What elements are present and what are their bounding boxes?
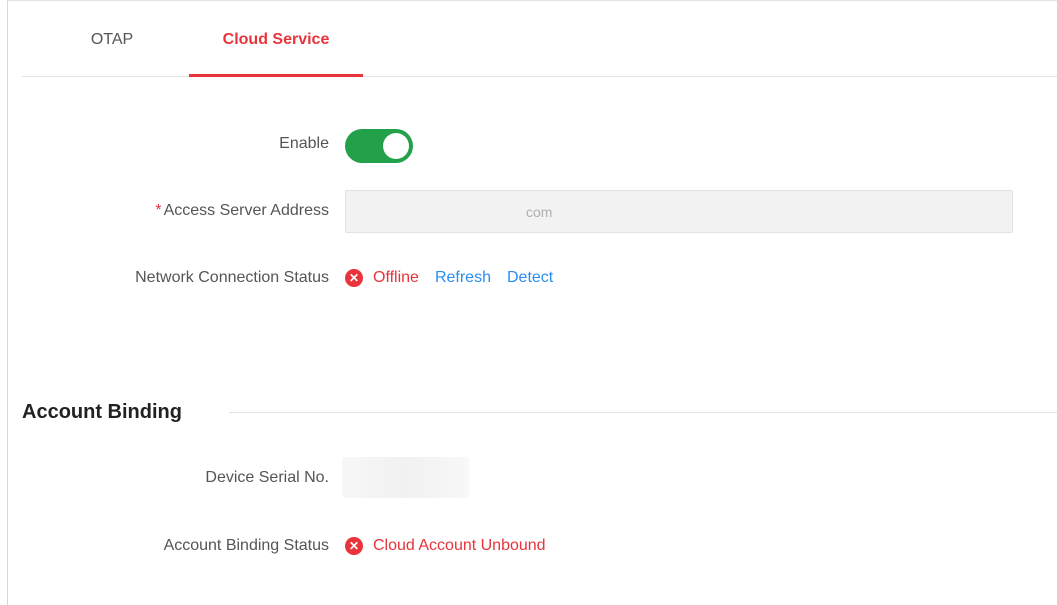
error-circle-icon: ✕ [345, 269, 363, 287]
enable-toggle[interactable] [345, 129, 413, 163]
binding-status-label: Account Binding Status [163, 537, 329, 554]
content-panel [7, 0, 1057, 605]
binding-status-value: Cloud Account Unbound [373, 537, 546, 554]
network-status-label: Network Connection Status [135, 269, 329, 286]
refresh-link[interactable]: Refresh [435, 269, 491, 287]
tab-otap[interactable]: OTAP [66, 0, 158, 76]
enable-label: Enable [279, 135, 329, 152]
network-status-value: Offline [373, 269, 419, 286]
network-status: ✕ Offline Refresh Detect [345, 267, 569, 289]
serial-value [342, 457, 469, 498]
section-title-account-binding: Account Binding [22, 401, 182, 423]
required-marker: * [155, 202, 162, 219]
detect-link[interactable]: Detect [507, 269, 553, 287]
server-address-label-text: Access Server Address [163, 202, 329, 219]
section-divider [229, 412, 1057, 413]
serial-label: Device Serial No. [205, 469, 329, 486]
tab-cloud-service-label: Cloud Service [222, 31, 330, 48]
tab-bar: OTAP Cloud Service [22, 0, 1057, 77]
toggle-knob [383, 133, 409, 159]
server-address-label: * Access Server Address [155, 202, 329, 220]
tab-cloud-service[interactable]: Cloud Service [189, 0, 363, 77]
active-tab-indicator [189, 74, 363, 77]
tab-otap-label: OTAP [90, 31, 134, 48]
binding-status: ✕ Cloud Account Unbound [345, 535, 562, 557]
server-address-input[interactable] [345, 190, 1013, 233]
error-circle-icon: ✕ [345, 537, 363, 555]
